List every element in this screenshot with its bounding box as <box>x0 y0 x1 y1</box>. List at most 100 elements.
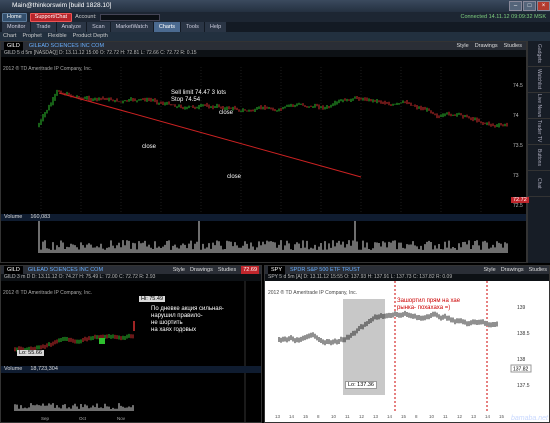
time-axis-label: 15 <box>499 414 505 419</box>
home-button[interactable]: Home <box>2 12 27 22</box>
price-axis-label: 138 <box>517 357 526 363</box>
minimize-button[interactable]: – <box>509 1 522 11</box>
side-tab-trader-tv[interactable]: Trader TV <box>528 119 550 145</box>
main-chart-info: GILD 5 d 5m [NASDAQ] D: 13.11.12 15:00 O… <box>1 50 526 57</box>
subtoolbar-chart[interactable]: Chart <box>3 32 16 41</box>
watermark: bamaba.net <box>511 415 548 422</box>
daily-chart-info: GILD 3 m D D: 13.11.12 O: 74.27 H: 75.49… <box>1 274 261 281</box>
account-label: Account: <box>75 14 97 20</box>
side-tab-buttons[interactable]: Buttons <box>528 145 550 171</box>
drawings-menu[interactable]: Drawings <box>501 266 524 274</box>
time-axis-label: 10 <box>429 414 435 419</box>
side-tab-chat[interactable]: Chat <box>528 171 550 197</box>
copyright: 2012 ® TD Ameritrade IP Company, Inc. <box>268 290 358 296</box>
volume-label: Volume <box>4 366 23 372</box>
symbol-field[interactable]: GILD <box>4 266 23 274</box>
side-panel: Gadgets Watchlist Live News Trader TV Button… <box>527 41 550 263</box>
main-chart-panel: GILD GILEAD SCIENCES INC COM Style Drawi… <box>0 41 529 263</box>
time-axis-label: 13 <box>275 414 281 419</box>
price-axis-label: 72.5 <box>513 203 523 209</box>
side-tab-gadgets[interactable]: Gadgets <box>528 41 550 67</box>
style-menu[interactable]: Style <box>483 266 495 274</box>
time-axis-label: Oct <box>79 416 87 421</box>
daily-chart-panel: GILD GILEAD SCIENCES INC COM Style Drawi… <box>0 265 262 423</box>
drawings-menu[interactable]: Drawings <box>475 42 498 50</box>
marker <box>99 338 105 344</box>
main-tabs: Monitor Trade Analyze Scan MarketWatch Charts… <box>0 22 550 32</box>
price-axis-bg <box>513 281 549 422</box>
symbol-field[interactable]: SPY <box>268 266 286 274</box>
price-axis-label: 139 <box>517 305 526 311</box>
spy-annotation: Зашортил прям на хае рынка- похахаха =) <box>397 298 461 311</box>
time-axis-label: 14 <box>485 414 491 419</box>
side-tab-watchlist[interactable]: Watchlist <box>528 67 550 93</box>
price-axis-label: 73 <box>513 173 519 179</box>
studies-menu[interactable]: Studies <box>218 266 236 274</box>
price-axis-label: 74.5 <box>513 83 523 89</box>
volume-value: 18,723,304 <box>30 366 58 372</box>
tab-scan[interactable]: Scan <box>87 22 110 32</box>
spy-chart-panel: SPY SPDR S&P 500 ETF TRUST Style Drawing… <box>264 265 550 423</box>
connection-status: Connected 14.11.12 09:09:32 MSK <box>460 14 546 20</box>
account-select[interactable] <box>99 13 160 21</box>
time-axis-label: 13 <box>471 414 477 419</box>
lo-label: Lo: 137.36 <box>345 381 377 389</box>
studies-menu[interactable]: Studies <box>504 42 522 50</box>
company-name: GILEAD SCIENCES INC COM <box>28 43 105 49</box>
time-axis-label: 13 <box>373 414 379 419</box>
chart-subtoolbar: Chart Prophet Flexible Product Depth <box>0 32 550 41</box>
side-tab-live-news[interactable]: Live News <box>528 93 550 119</box>
sell-limit-annotation: Sell limit 74.47 3 lots Stop 74.54 <box>171 90 227 103</box>
time-axis-label: 14 <box>289 414 295 419</box>
support-chat-button[interactable]: Support/Chat <box>29 12 73 22</box>
window-title: Main@thinkorswim [build 1828.10] <box>0 0 550 12</box>
time-axis-label: 12 <box>359 414 365 419</box>
volume-label: Volume <box>4 214 23 220</box>
price-tag: 137.82 <box>513 367 529 373</box>
subtoolbar-flexible[interactable]: Flexible <box>48 32 67 41</box>
tab-trade[interactable]: Trade <box>31 22 56 32</box>
close-annotation: close <box>227 174 242 180</box>
maximize-button[interactable]: □ <box>523 1 536 11</box>
tab-charts[interactable]: Charts <box>153 22 181 32</box>
time-axis-label: 11 <box>443 414 448 419</box>
studies-menu[interactable]: Studies <box>529 266 547 274</box>
company-name: GILEAD SCIENCES INC COM <box>27 267 104 273</box>
price-tag: 72.72 <box>511 197 529 203</box>
main-price-chart[interactable]: 74.57473.57372.510:3011:0011:3012:0012:3… <box>1 57 526 262</box>
price-tag: 72.69 <box>241 266 259 274</box>
tab-monitor[interactable]: Monitor <box>2 22 31 32</box>
drawings-menu[interactable]: Drawings <box>190 266 213 274</box>
close-annotation: close <box>219 110 234 116</box>
close-button[interactable]: × <box>537 1 550 11</box>
time-axis-label: 11 <box>345 414 350 419</box>
time-axis-label: Nov <box>117 416 126 421</box>
hi-label: Hi: 75.49 <box>139 296 166 302</box>
window-controls: – □ × <box>509 1 550 11</box>
price-axis-label: 73.5 <box>513 143 523 149</box>
price-axis-label: 74 <box>513 113 519 119</box>
time-axis-label: Sep <box>41 416 50 421</box>
company-name: SPDR S&P 500 ETF TRUST <box>290 267 361 273</box>
style-menu[interactable]: Style <box>173 266 185 274</box>
time-axis-label: 12 <box>457 414 463 419</box>
price-axis-label: 138.5 <box>517 331 530 337</box>
tab-analyze[interactable]: Analyze <box>56 22 87 32</box>
time-axis-label: 10 <box>331 414 337 419</box>
subtoolbar-prophet[interactable]: Prophet <box>22 32 41 41</box>
time-axis-label: 15 <box>303 414 309 419</box>
tab-tools[interactable]: Tools <box>181 22 204 32</box>
copyright: 2012 ® TD Ameritrade IP Company, Inc. <box>3 66 93 72</box>
price-axis-label: 137.5 <box>517 383 530 389</box>
time-axis-label: 15 <box>401 414 407 419</box>
tab-help[interactable]: Help <box>204 22 227 32</box>
volume-value: 160,083 <box>30 214 51 220</box>
style-menu[interactable]: Style <box>456 42 468 50</box>
subtoolbar-product-depth[interactable]: Product Depth <box>73 32 108 41</box>
symbol-field[interactable]: GILD <box>4 42 23 50</box>
tab-marketwatch[interactable]: MarketWatch <box>110 22 153 32</box>
copyright: 2012 ® TD Ameritrade IP Company, Inc. <box>3 290 93 296</box>
chart-background <box>1 57 526 262</box>
time-axis-label: 14 <box>387 414 393 419</box>
spy-chart-header: SPY SPDR S&P 500 ETF TRUST Style Drawing… <box>265 266 549 274</box>
